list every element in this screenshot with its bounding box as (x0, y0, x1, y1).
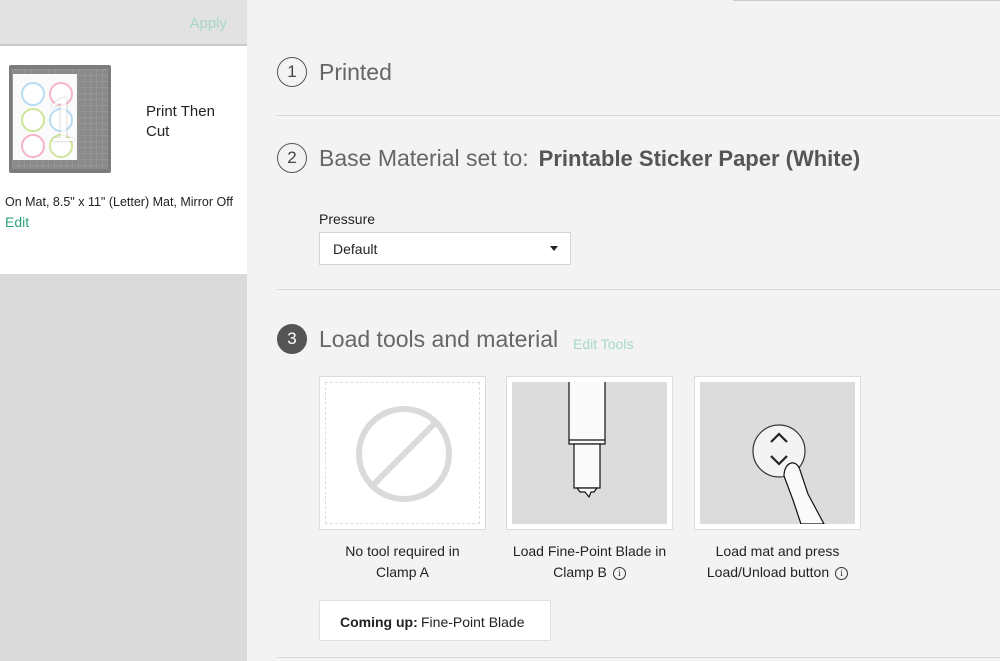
step-2-heading: Base Material set to: Printable Sticker P… (319, 145, 860, 172)
mat-sidebar: Apply 1 Print Then Cut On Mat, 8.5" x 11… (0, 0, 247, 661)
load-unload-button-icon (752, 424, 825, 525)
tool-card-clamp-a (319, 376, 486, 530)
tool-caption-load-mat: Load mat and press Load/Unload button i (694, 541, 861, 583)
step-3-title: Load tools and material (319, 326, 559, 352)
pressure-value: Default (333, 241, 378, 257)
tool-caption-clamp-b: Load Fine-Point Blade in Clamp B i (506, 541, 673, 583)
info-icon[interactable]: i (612, 567, 626, 580)
divider (277, 657, 1000, 658)
mat-thumbnail: 1 (9, 65, 111, 173)
coming-up-box: Coming up: Fine-Point Blade (319, 600, 551, 641)
tool-caption-line: Load/Unload button (706, 564, 830, 580)
tool-card-clamp-b (506, 376, 673, 530)
apply-button[interactable]: Apply (189, 15, 227, 32)
mat-edit-link[interactable]: Edit (5, 214, 29, 230)
no-tool-icon (356, 406, 452, 502)
base-material-name: Printable Sticker Paper (White) (538, 146, 861, 171)
tool-caption-line: No tool required in (345, 543, 460, 559)
step-2-number: 2 (277, 143, 307, 173)
coming-up-label: Coming up: (340, 614, 418, 630)
mat-card[interactable]: 1 Print Then Cut On Mat, 8.5" x 11" (Let… (0, 46, 247, 274)
tool-caption-line: Load mat and press (715, 543, 840, 559)
tool-card-load-mat (694, 376, 861, 530)
mat-info: On Mat, 8.5" x 11" (Letter) Mat, Mirror … (5, 195, 233, 209)
tool-caption-line: Load Fine-Point Blade in (512, 543, 667, 559)
tool-caption-line: Clamp B (553, 564, 607, 580)
tool-caption-clamp-a: No tool required in Clamp A (319, 541, 486, 583)
divider (277, 289, 1000, 290)
divider (277, 115, 1000, 116)
coming-up-value: Fine-Point Blade (421, 614, 525, 630)
pressure-label: Pressure (319, 211, 376, 227)
step-1-title: Printed (319, 59, 392, 85)
mat-number: 1 (45, 87, 82, 155)
step-1-number: 1 (277, 57, 307, 87)
fine-point-blade-icon (568, 382, 606, 499)
top-border (733, 0, 1000, 1)
caret-down-icon (550, 246, 558, 251)
mat-title: Print Then Cut (146, 103, 215, 140)
step-2-title: Base Material set to: (319, 145, 529, 171)
pressure-select[interactable]: Default (319, 232, 571, 265)
step-3-number: 3 (277, 324, 307, 354)
edit-tools-link[interactable]: Edit Tools (573, 336, 633, 352)
info-icon[interactable]: i (835, 567, 849, 580)
apply-bar: Apply (0, 0, 247, 46)
tool-caption-line: Clamp A (376, 564, 429, 580)
